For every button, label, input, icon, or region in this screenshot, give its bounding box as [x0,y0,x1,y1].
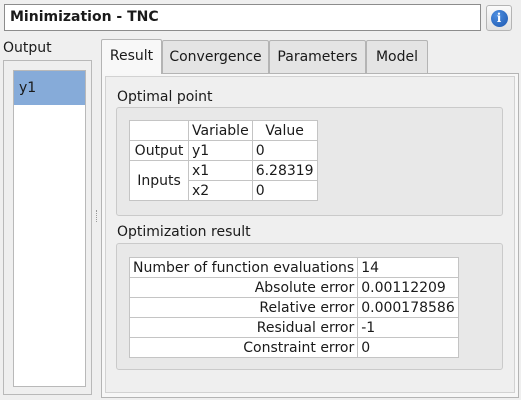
optimization-result-group: Number of function evaluations 14 Absolu… [116,243,503,370]
result-label-evaluations: Number of function evaluations [128,257,359,278]
cell-value: 0 [251,180,318,201]
cell-variable: x1 [188,160,253,181]
table-row: Output y1 0 [129,140,318,161]
table-row: Number of function evaluations 14 [128,257,459,278]
optimal-point-title: Optimal point [117,89,213,105]
optimal-point-table: Variable Value Output y1 0 Inputs x1 6.2… [129,120,318,201]
result-value-absolute-error: 0.00112209 [357,277,459,298]
result-content-frame: Optimal point Variable Value Output y1 0… [105,76,515,393]
window-title-field: Minimization - TNC [4,4,481,31]
column-header-variable: Variable [188,120,253,141]
column-header-value: Value [251,120,318,141]
table-row: Constraint error 0 [128,337,459,358]
list-item-y1[interactable]: y1 [14,71,85,105]
result-value-evaluations: 14 [357,257,459,278]
cell-value: 6.28319 [251,160,318,181]
output-list-frame: y1 [3,60,92,395]
optimal-point-group: Variable Value Output y1 0 Inputs x1 6.2… [116,107,503,216]
result-label-relative-error: Relative error [128,297,359,318]
info-button[interactable]: i [486,5,512,31]
result-value-residual-error: -1 [357,317,459,338]
result-label-residual-error: Residual error [128,317,359,338]
cell-variable: y1 [188,140,253,161]
info-icon: i [490,9,508,27]
table-row: Residual error -1 [128,317,459,338]
row-header-inputs: Inputs [129,160,189,201]
tab-convergence[interactable]: Convergence [162,40,269,73]
tab-result[interactable]: Result [101,39,162,74]
optimization-result-title: Optimization result [117,224,251,240]
result-label-constraint-error: Constraint error [128,337,359,358]
result-value-constraint-error: 0 [357,337,459,358]
table-header-row: Variable Value [129,120,318,141]
tab-model[interactable]: Model [366,40,428,73]
cell-value: 0 [251,140,318,161]
result-tab-panel: Optimal point Variable Value Output y1 0… [101,73,519,398]
table-row: Absolute error 0.00112209 [128,277,459,298]
output-list[interactable]: y1 [13,70,86,387]
table-row: Relative error 0.000178586 [128,297,459,318]
splitter-handle[interactable] [96,210,98,222]
result-label-absolute-error: Absolute error [128,277,359,298]
optimization-result-table: Number of function evaluations 14 Absolu… [128,257,459,358]
output-label: Output [3,40,52,56]
table-corner-cell [129,120,189,141]
table-row: Inputs x1 6.28319 [129,160,318,201]
cell-variable: x2 [188,180,253,201]
result-value-relative-error: 0.000178586 [357,297,459,318]
row-header-output: Output [129,140,189,161]
tab-parameters[interactable]: Parameters [269,40,366,73]
